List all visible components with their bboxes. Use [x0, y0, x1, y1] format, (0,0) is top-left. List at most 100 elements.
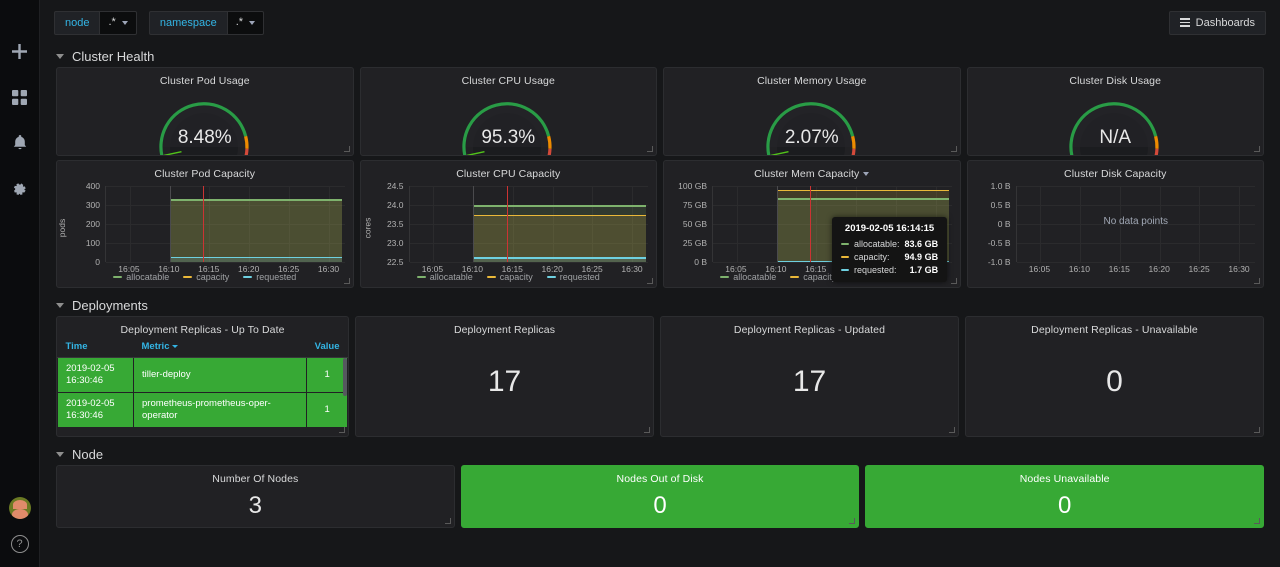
tooltip-row: requested: 1.7 GB [841, 265, 938, 275]
configuration-gear-icon[interactable] [0, 174, 40, 204]
resize-grip-icon[interactable] [950, 278, 957, 284]
graph-area[interactable]: cores 22.5 23.0 23.5 24.0 24.5 16:05 16:10 16:15… [361, 180, 657, 275]
legend-item-capacity[interactable]: capacity [486, 272, 533, 282]
column-header-value[interactable]: Value [306, 336, 348, 358]
stat-value: 17 [792, 365, 827, 398]
resize-grip-icon[interactable] [444, 518, 451, 524]
series-line-allocatable [776, 198, 950, 200]
tooltip-time: 2019-02-05 16:14:15 [844, 223, 935, 234]
x-tick: 16:30 [1228, 264, 1250, 274]
data-start-line [776, 186, 778, 262]
variable-namespace-value: .* [235, 16, 244, 28]
tooltip-swatch [841, 269, 849, 271]
panel-title: Nodes Out of Disk [616, 473, 704, 485]
legend-item-allocatable[interactable]: allocatable [416, 272, 473, 282]
avatar[interactable] [8, 497, 31, 519]
legend-label: capacity [196, 272, 230, 282]
chevron-down-icon [56, 451, 64, 457]
legend: allocatable capacity requested [57, 272, 353, 282]
graph-area[interactable]: -1.0 B -0.5 B 0 B 0.5 B 1.0 B No data points 1… [968, 180, 1264, 275]
legend-item-capacity[interactable]: capacity [790, 272, 836, 282]
table-scroll-container[interactable]: Time Metric Value 2019-02-05 16:30:46 till… [57, 336, 348, 428]
legend-swatch [416, 276, 426, 278]
resize-grip-icon[interactable] [1254, 146, 1260, 152]
panel-title: Deployment Replicas [453, 324, 556, 336]
table-body: 2019-02-05 16:30:46 tiller-deploy 1 2019-02-… [57, 357, 348, 428]
chevron-down-icon[interactable] [863, 172, 870, 177]
row-header-node[interactable]: Node [40, 443, 1280, 465]
stat-value: 0 [1058, 492, 1072, 519]
resize-grip-icon[interactable] [647, 278, 653, 284]
grid-line [409, 186, 648, 187]
dashboards-icon[interactable] [0, 82, 40, 112]
resize-grip-icon[interactable] [647, 146, 653, 152]
resize-grip-icon[interactable] [1254, 427, 1260, 433]
resize-grip-icon[interactable] [949, 427, 955, 433]
table-row[interactable]: 2019-02-05 16:30:46 tiller-deploy 1 [57, 357, 348, 393]
cell-time: 2019-02-0516:30:46 [57, 392, 134, 428]
resize-grip-icon[interactable] [343, 146, 350, 152]
chevron-down-icon [56, 302, 64, 308]
legend-item-allocatable[interactable]: allocatable [720, 272, 776, 282]
row-header-deployments[interactable]: Deployments [40, 294, 1280, 316]
dashboards-button[interactable]: Dashboards [1168, 10, 1266, 35]
table-scrollbar[interactable] [343, 358, 347, 396]
grid-line [1016, 262, 1255, 263]
resize-grip-icon[interactable] [343, 278, 350, 284]
gauge: 8.48% [57, 87, 353, 155]
panel-title: Deployment Replicas - Updated [733, 324, 886, 336]
legend-item-capacity[interactable]: capacity [183, 272, 229, 282]
resize-grip-icon[interactable] [849, 518, 856, 524]
y-tick: 25 GB [682, 238, 707, 248]
tooltip-label: capacity: [854, 252, 890, 262]
panel-title: Cluster Disk Capacity [1064, 168, 1167, 180]
grid-line [1016, 186, 1255, 187]
grid-line [1016, 243, 1255, 244]
resize-grip-icon[interactable] [339, 427, 345, 433]
tooltip-value: 1.7 GB [909, 265, 939, 275]
gauge-value: 2.07% [784, 127, 839, 148]
legend-item-allocatable[interactable]: allocatable [113, 272, 169, 282]
panel-row-gauges: Cluster Pod Usage 8.48% Cluster CPU Usage 9… [40, 67, 1280, 156]
panel-deployment-replicas---unavailable: Deployment Replicas - Unavailable 0 [965, 316, 1264, 437]
cell-metric: prometheus-prometheus-oper-operator [132, 392, 308, 428]
alerting-bell-icon[interactable] [0, 128, 40, 158]
y-tick: 100 [85, 238, 100, 248]
tooltip-row: allocatable: 83.6 GB [841, 239, 938, 249]
plot-area[interactable] [105, 186, 345, 263]
legend-item-requested[interactable]: requested [243, 272, 296, 282]
legend: allocatable capacity requested [361, 272, 657, 282]
row-header-cluster-health[interactable]: Cluster Health [40, 45, 1280, 67]
panel-cluster-disk-capacity: Cluster Disk Capacity -1.0 B -0.5 B 0 B 0.5 … [966, 160, 1264, 288]
legend-label: allocatable [429, 272, 473, 282]
create-icon[interactable] [0, 36, 40, 66]
panel-title: Cluster Disk Usage [1069, 75, 1162, 87]
plot-area[interactable] [408, 186, 648, 263]
legend-item-requested[interactable]: requested [546, 272, 600, 282]
help-icon[interactable]: ? [10, 535, 29, 553]
grid-line [129, 186, 131, 262]
column-header-metric[interactable]: Metric [133, 336, 307, 358]
table-row[interactable]: 2019-02-05 16:30:46 prometheus-prometheus-… [57, 392, 348, 428]
resize-grip-icon[interactable] [950, 146, 957, 152]
panel-title: Cluster CPU Usage [461, 75, 555, 87]
variable-namespace-select[interactable]: .* [226, 10, 265, 35]
resize-grip-icon[interactable] [1254, 518, 1261, 524]
graph-area[interactable]: pods 0 100 200 300 400 16:05 16:10 16:15 16:20 16:… [57, 180, 353, 275]
grafana-dashboard: ? node .* namespace .* Dashboards Cluste… [0, 0, 1280, 567]
panel-deployment-replicas: Deployment Replicas 17 [355, 316, 654, 437]
panel-gauge-cluster-cpu-usage: Cluster CPU Usage 95.3% [359, 67, 657, 156]
variable-node-select[interactable]: .* [99, 10, 137, 35]
hamburger-icon [1179, 18, 1190, 27]
series-line-capacity [473, 214, 646, 216]
x-tick: 16:05 [1028, 264, 1051, 274]
plot-area[interactable]: No data points [1015, 186, 1255, 263]
resize-grip-icon[interactable] [644, 427, 650, 433]
variable-namespace-label: namespace [148, 10, 227, 35]
sort-caret-icon [172, 344, 179, 348]
column-header-time[interactable]: Time [57, 336, 134, 358]
resize-grip-icon[interactable] [1254, 278, 1260, 284]
variable-node-value: .* [108, 16, 116, 28]
table-row[interactable]: 2019-02-0516:30:46prometheus-kube-state-… [57, 427, 348, 428]
x-axis: 16:05 16:10 16:15 16:20 16:25 16:30 [1016, 264, 1256, 276]
